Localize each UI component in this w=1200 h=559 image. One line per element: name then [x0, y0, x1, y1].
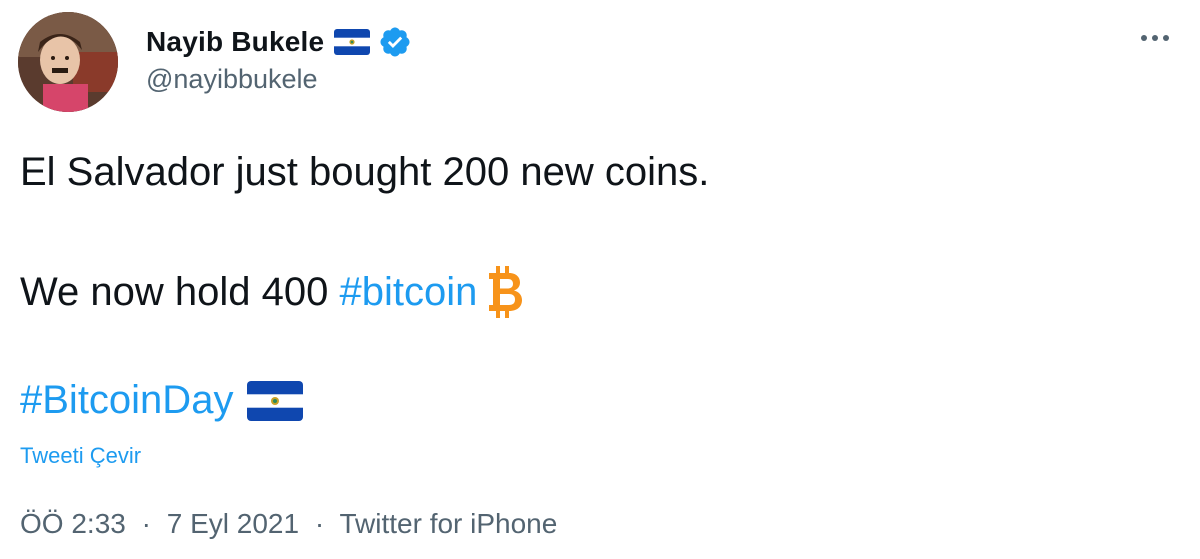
- verified-badge-icon: [378, 25, 412, 59]
- tweet-text-holdings: We now hold 400: [20, 269, 340, 314]
- translate-tweet-link[interactable]: Tweeti Çevir: [20, 443, 141, 469]
- hashtag-bitcoinday-link[interactable]: #BitcoinDay: [20, 378, 233, 423]
- tweet-text-line-3: #BitcoinDay: [20, 378, 304, 423]
- el-salvador-flag-icon: [334, 29, 371, 55]
- hashtag-bitcoin-link[interactable]: #bitcoin: [339, 270, 477, 315]
- meta-separator: ·: [314, 508, 325, 539]
- tweet-metadata: ÖÖ 2:33 · 7 Eyl 2021 · Twitter for iPhon…: [20, 508, 557, 540]
- more-options-icon[interactable]: [1138, 28, 1172, 48]
- tweet-text-line-1: El Salvador just bought 200 new coins.: [20, 150, 710, 194]
- avatar[interactable]: [18, 12, 118, 112]
- author-name-row: Nayib Bukele: [146, 22, 412, 62]
- bitcoin-icon: [485, 264, 525, 320]
- tweet-text-line-2: We now hold 400 #bitcoin: [20, 264, 525, 320]
- author-handle[interactable]: @nayibbukele: [146, 64, 318, 95]
- author-display-name[interactable]: Nayib Bukele: [146, 26, 324, 58]
- meta-separator: ·: [141, 508, 151, 539]
- tweet-card: Nayib Bukele @nayibbukele El Salvador ju…: [0, 0, 1200, 559]
- tweet-source[interactable]: Twitter for iPhone: [339, 508, 557, 539]
- el-salvador-flag-icon: [247, 380, 304, 421]
- tweet-date[interactable]: 7 Eyl 2021: [167, 508, 299, 539]
- tweet-time[interactable]: ÖÖ 2:33: [20, 508, 126, 539]
